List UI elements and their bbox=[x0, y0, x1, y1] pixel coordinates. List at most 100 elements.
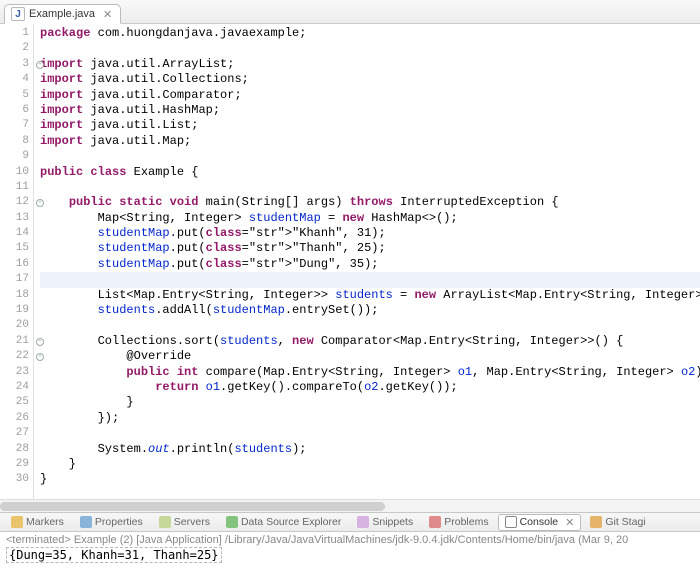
git-icon bbox=[590, 516, 602, 528]
code-line[interactable]: } bbox=[40, 457, 700, 472]
code-line[interactable]: studentMap.put(class="str">"Khanh", 31); bbox=[40, 226, 700, 241]
view-tab-snippets[interactable]: Snippets bbox=[350, 514, 420, 530]
line-number: 21- bbox=[0, 334, 33, 349]
code-line[interactable]: } bbox=[40, 395, 700, 410]
console-terminated-header: <terminated> Example (2) [Java Applicati… bbox=[6, 534, 694, 546]
horizontal-scrollbar[interactable] bbox=[0, 499, 700, 512]
console-output: {Dung=35, Khanh=31, Thanh=25} bbox=[6, 547, 222, 563]
view-tab-servers[interactable]: Servers bbox=[152, 514, 217, 530]
properties-icon bbox=[80, 516, 92, 528]
code-line[interactable]: import java.util.ArrayList; bbox=[40, 57, 700, 72]
line-number: 14 bbox=[0, 226, 33, 241]
code-line[interactable] bbox=[40, 318, 700, 333]
code-line[interactable]: Collections.sort(students, new Comparato… bbox=[40, 334, 700, 349]
close-icon[interactable]: ✕ bbox=[103, 8, 112, 21]
view-label: Snippets bbox=[372, 516, 413, 528]
code-line[interactable]: public int compare(Map.Entry<String, Int… bbox=[40, 365, 700, 380]
line-number: 24 bbox=[0, 380, 33, 395]
code-content[interactable]: package com.huongdanjava.javaexample; im… bbox=[34, 24, 700, 499]
code-line[interactable]: studentMap.put(class="str">"Thanh", 25); bbox=[40, 241, 700, 256]
code-line[interactable]: @Override bbox=[40, 349, 700, 364]
tab-filename: Example.java bbox=[29, 8, 95, 20]
view-label: Servers bbox=[174, 516, 210, 528]
line-number: 11 bbox=[0, 180, 33, 195]
view-label: Console bbox=[520, 516, 559, 528]
view-tab-properties[interactable]: Properties bbox=[73, 514, 150, 530]
line-number: 8 bbox=[0, 134, 33, 149]
code-line[interactable]: studentMap.put(class="str">"Dung", 35); bbox=[40, 257, 700, 272]
line-number: 6 bbox=[0, 103, 33, 118]
code-line[interactable]: import java.util.Comparator; bbox=[40, 88, 700, 103]
code-line[interactable]: return o1.getKey().compareTo(o2.getKey()… bbox=[40, 380, 700, 395]
dse-icon bbox=[226, 516, 238, 528]
line-number: 26 bbox=[0, 411, 33, 426]
code-line[interactable] bbox=[40, 180, 700, 195]
line-number: 17 bbox=[0, 272, 33, 287]
view-label: Problems bbox=[444, 516, 488, 528]
code-line[interactable]: import java.util.Collections; bbox=[40, 72, 700, 87]
view-tab-console[interactable]: Console ✕ bbox=[498, 514, 582, 531]
code-line[interactable]: package com.huongdanjava.javaexample; bbox=[40, 26, 700, 41]
line-number: 27 bbox=[0, 426, 33, 441]
snippets-icon bbox=[357, 516, 369, 528]
code-line[interactable]: List<Map.Entry<String, Integer>> student… bbox=[40, 288, 700, 303]
console-panel: <terminated> Example (2) [Java Applicati… bbox=[0, 532, 700, 569]
line-number: 30 bbox=[0, 472, 33, 487]
code-line[interactable]: public static void main(String[] args) t… bbox=[40, 195, 700, 210]
code-editor[interactable]: 123-456789101112-131415161718192021-22-2… bbox=[0, 24, 700, 499]
view-tab-markers[interactable]: Markers bbox=[4, 514, 71, 530]
console-icon bbox=[505, 516, 517, 528]
line-number-gutter: 123-456789101112-131415161718192021-22-2… bbox=[0, 24, 34, 499]
line-number: 13 bbox=[0, 211, 33, 226]
editor-tab-example-java[interactable]: J Example.java ✕ bbox=[4, 4, 121, 24]
code-line[interactable]: students.addAll(studentMap.entrySet()); bbox=[40, 303, 700, 318]
line-number: 15 bbox=[0, 241, 33, 256]
code-line[interactable] bbox=[40, 272, 700, 287]
line-number: 10 bbox=[0, 165, 33, 180]
view-label: Data Source Explorer bbox=[241, 516, 341, 528]
code-line[interactable]: import java.util.Map; bbox=[40, 134, 700, 149]
code-line[interactable]: import java.util.HashMap; bbox=[40, 103, 700, 118]
line-number: 7 bbox=[0, 118, 33, 133]
code-line[interactable]: }); bbox=[40, 411, 700, 426]
fold-toggle-icon[interactable]: - bbox=[36, 338, 44, 346]
line-number: 22- bbox=[0, 349, 33, 364]
view-tab-data-source-explorer[interactable]: Data Source Explorer bbox=[219, 514, 348, 530]
code-line[interactable]: import java.util.List; bbox=[40, 118, 700, 133]
line-number: 5 bbox=[0, 88, 33, 103]
servers-icon bbox=[159, 516, 171, 528]
fold-toggle-icon[interactable]: - bbox=[36, 61, 44, 69]
line-number: 12- bbox=[0, 195, 33, 210]
view-tab-problems[interactable]: Problems bbox=[422, 514, 495, 530]
view-label: Markers bbox=[26, 516, 64, 528]
code-line[interactable]: public class Example { bbox=[40, 165, 700, 180]
code-line[interactable] bbox=[40, 149, 700, 164]
line-number: 3- bbox=[0, 57, 33, 72]
code-line[interactable]: } bbox=[40, 472, 700, 487]
editor-tab-bar: J Example.java ✕ bbox=[0, 0, 700, 24]
line-number: 19 bbox=[0, 303, 33, 318]
line-number: 25 bbox=[0, 395, 33, 410]
code-line[interactable] bbox=[40, 426, 700, 441]
line-number: 29 bbox=[0, 457, 33, 472]
line-number: 16 bbox=[0, 257, 33, 272]
line-number: 4 bbox=[0, 72, 33, 87]
line-number: 2 bbox=[0, 41, 33, 56]
close-icon[interactable]: ✕ bbox=[565, 516, 574, 529]
code-line[interactable]: System.out.println(students); bbox=[40, 442, 700, 457]
line-number: 20 bbox=[0, 318, 33, 333]
view-label: Git Stagi bbox=[605, 516, 645, 528]
line-number: 9 bbox=[0, 149, 33, 164]
markers-icon bbox=[11, 516, 23, 528]
views-tab-bar: Markers Properties Servers Data Source E… bbox=[0, 512, 700, 532]
code-line[interactable]: Map<String, Integer> studentMap = new Ha… bbox=[40, 211, 700, 226]
view-label: Properties bbox=[95, 516, 143, 528]
line-number: 18 bbox=[0, 288, 33, 303]
java-file-icon: J bbox=[11, 7, 25, 21]
line-number: 1 bbox=[0, 26, 33, 41]
scrollbar-thumb[interactable] bbox=[0, 502, 385, 511]
view-tab-git-staging[interactable]: Git Stagi bbox=[583, 514, 652, 530]
problems-icon bbox=[429, 516, 441, 528]
line-number: 23 bbox=[0, 365, 33, 380]
code-line[interactable] bbox=[40, 41, 700, 56]
